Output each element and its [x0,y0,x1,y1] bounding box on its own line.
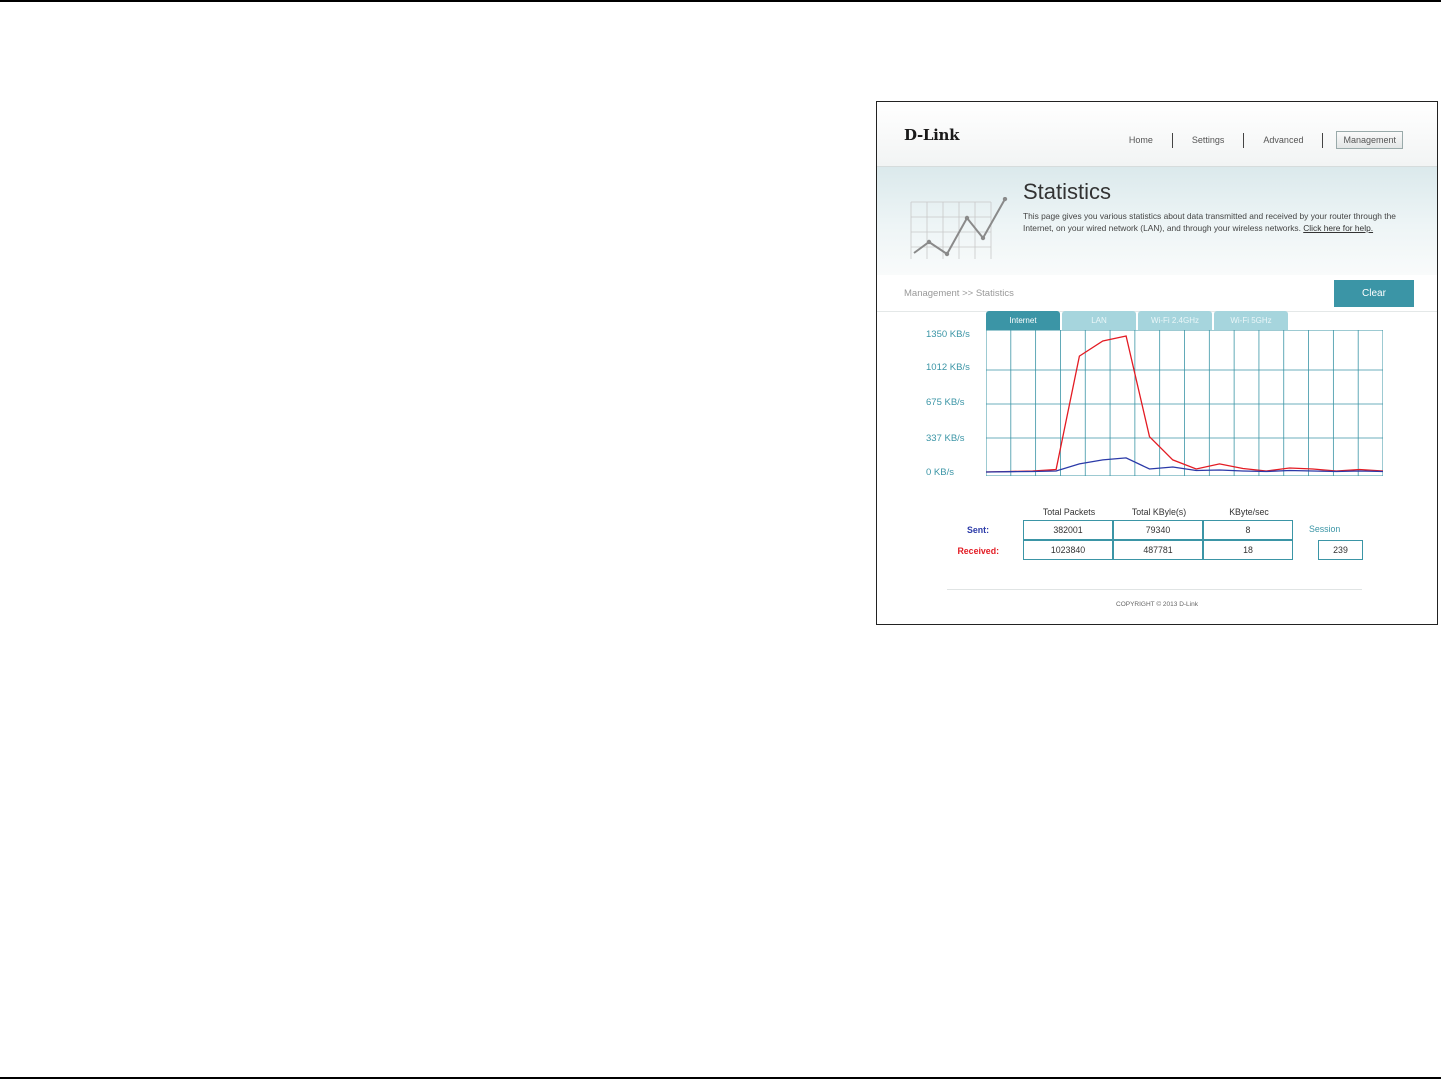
clear-button[interactable]: Clear [1334,280,1414,307]
received-total-kbytes: 487781 [1113,540,1203,560]
nav-settings[interactable]: Settings [1186,132,1231,148]
router-screenshot: D-Link Home Settings Advanced Management [876,101,1438,625]
help-link[interactable]: Click here for help. [1303,223,1373,233]
nav-management[interactable]: Management [1336,131,1403,149]
tab-internet[interactable]: Internet [986,311,1060,330]
copyright-text: COPYRIGHT © 2013 D-Link [1116,601,1198,608]
y-tick-label: 675 KB/s [926,397,965,408]
y-tick-label: 1350 KB/s [926,329,970,340]
sent-total-packets: 382001 [1023,520,1113,540]
sent-total-kbytes: 79340 [1113,520,1203,540]
breadcrumb-row: Management >> Statistics Clear [877,275,1437,312]
nav-home[interactable]: Home [1123,132,1159,148]
column-header: Total Packets [1042,507,1096,517]
y-tick-label: 0 KB/s [926,467,954,478]
received-total-packets: 1023840 [1023,540,1113,560]
tab-wifi-24ghz[interactable]: Wi-Fi 2.4GHz [1138,311,1212,330]
interface-tabs: Internet LAN Wi-Fi 2.4GHz Wi-Fi 5GHz [986,311,1290,330]
sent-kbyte-sec: 8 [1203,520,1293,540]
tab-wifi-5ghz[interactable]: Wi-Fi 5GHz [1214,311,1288,330]
nav-divider [1243,132,1245,148]
received-label: Received: [957,546,999,556]
page-bottom-rule [0,1077,1441,1079]
tab-lan[interactable]: LAN [1062,311,1136,330]
column-header: KByte/sec [1229,507,1269,517]
breadcrumb: Management >> Statistics [904,288,1014,299]
page-description: This page gives you various statistics a… [1023,210,1403,234]
nav-divider [1171,132,1173,148]
traffic-line-chart [986,330,1383,476]
page-title: Statistics [1023,179,1112,204]
dlink-logo: D-Link [904,126,960,144]
main-nav: Home Settings Advanced Management [1110,131,1403,149]
statistics-chart-icon [910,197,1008,259]
y-tick-label: 1012 KB/s [926,362,970,373]
y-tick-label: 337 KB/s [926,433,965,444]
session-value: 239 [1318,540,1363,560]
page-top-rule [0,0,1441,2]
session-label: Session [1309,524,1341,534]
received-kbyte-sec: 18 [1203,540,1293,560]
column-header: Total KByle(s) [1131,507,1187,517]
page-banner: Statistics This page gives you various s… [877,167,1437,275]
nav-advanced[interactable]: Advanced [1257,132,1309,148]
footer-divider [947,589,1362,590]
sent-label: Sent: [967,525,989,535]
nav-divider [1322,132,1324,148]
header-bar: D-Link Home Settings Advanced Management [877,102,1437,167]
